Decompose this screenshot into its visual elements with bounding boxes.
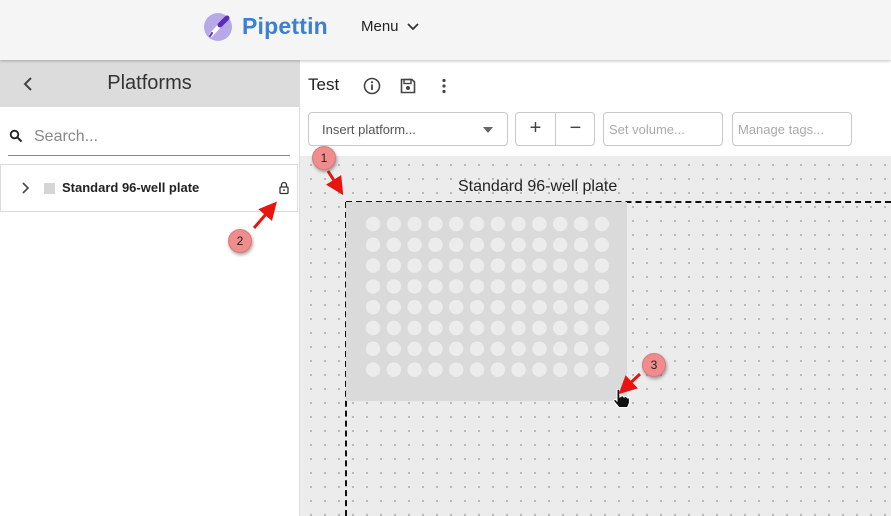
annotation-badge-1: 1 — [312, 146, 336, 170]
annotation-badge-2: 2 — [228, 229, 252, 253]
annotation-arrows — [252, 170, 642, 395]
annotation-badge-3: 3 — [642, 353, 666, 377]
